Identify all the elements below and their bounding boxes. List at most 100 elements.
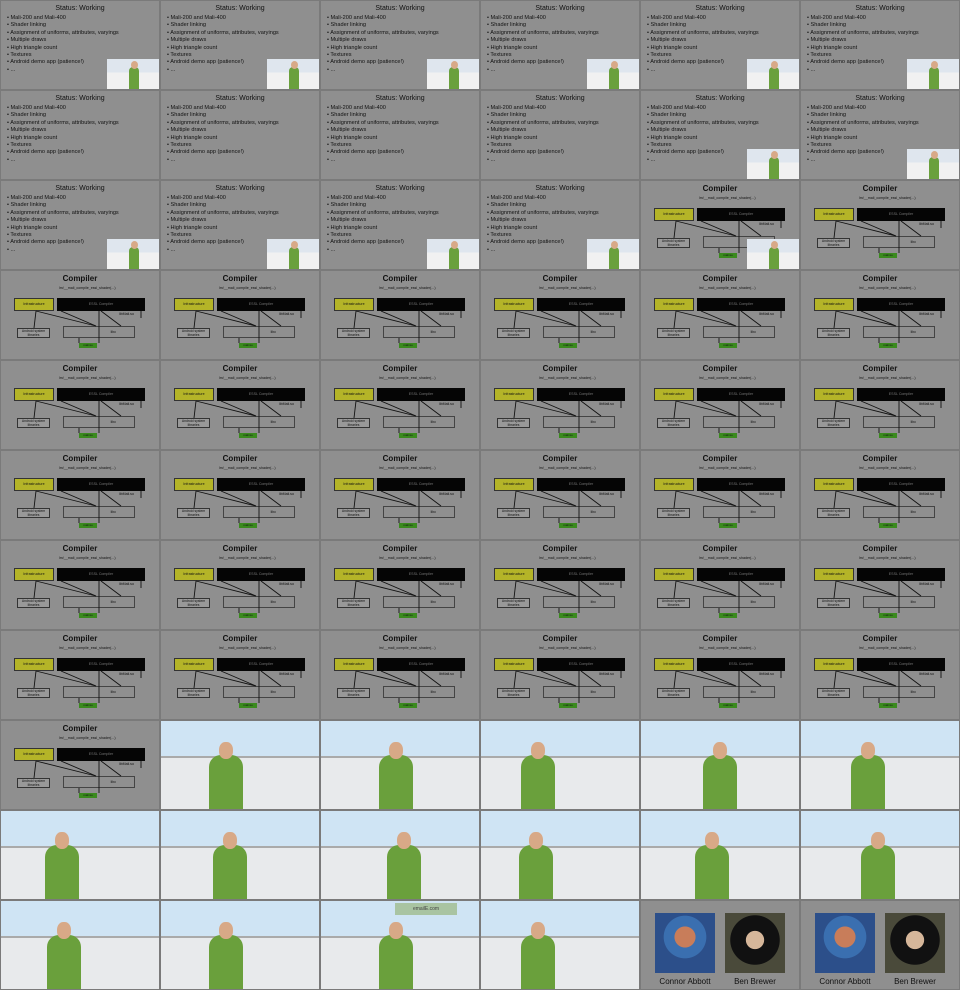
slide-title: Status: Working — [215, 95, 265, 102]
bullet-item: Textures — [7, 142, 119, 149]
speaker-body — [129, 247, 139, 269]
bullet-item: Textures — [647, 142, 759, 149]
bullet-item: Multiple draws — [7, 217, 119, 224]
wall-edge — [481, 846, 639, 849]
arrow-line — [673, 670, 677, 689]
bullet-item: Textures — [7, 52, 119, 59]
bullet-item: High triangle count — [647, 45, 759, 52]
diagram-arrows — [673, 310, 782, 343]
diagram-arrows — [193, 580, 302, 613]
bullet-item: Assignment of uniforms, attributes, vary… — [487, 30, 599, 37]
bullet-item: Assignment of uniforms, attributes, vary… — [167, 210, 279, 217]
bullet-item: Mali-200 and Mali-400 — [807, 15, 919, 22]
diagram-arrows — [673, 400, 782, 433]
speaker-head — [451, 241, 458, 249]
arrow-line — [513, 670, 517, 689]
speaker-head — [931, 151, 938, 159]
photo-connor — [655, 913, 715, 973]
thumbnail-tile: Compiler lm/__mali_compile_essl_shader(..… — [161, 361, 319, 449]
bullet-item: Multiple draws — [327, 127, 439, 134]
bullet-item: Mali-200 and Mali-400 — [327, 105, 439, 112]
speaker-body — [609, 67, 619, 89]
thumbnail-tile: Status: Working Mali-200 and Mali-400Shad… — [481, 91, 639, 179]
thumbnail-tile: Connor Abbott Ben Brewer — [801, 901, 959, 989]
arrow-line — [833, 670, 837, 689]
diagram-arrows — [673, 580, 782, 613]
diagram-arrows — [833, 490, 942, 523]
speaker-body — [379, 755, 413, 809]
speaker-head — [771, 61, 778, 69]
diagram-arrows — [513, 670, 622, 703]
arrow-line — [353, 580, 357, 599]
thumbnail-tile: Compiler lm/__mali_compile_essl_shader(..… — [1, 541, 159, 629]
slide-title: Status: Working — [215, 5, 265, 12]
bullet-item: Mali-200 and Mali-400 — [327, 15, 439, 22]
arrow-line — [580, 400, 602, 417]
arrow-line — [100, 760, 122, 777]
bullet-item: Shader linking — [327, 202, 439, 209]
bullet-list: Mali-200 and Mali-400Shader linkingAssig… — [487, 15, 599, 74]
bullet-item: High triangle count — [647, 135, 759, 142]
thumbnail-tile: Compiler lm/__mali_compile_essl_shader(..… — [801, 631, 959, 719]
photo-ben — [885, 913, 945, 973]
bullet-item: Multiple draws — [647, 37, 759, 44]
wall-edge — [1, 936, 159, 939]
arrow-line — [580, 490, 602, 507]
bullet-item: Assignment of uniforms, attributes, vary… — [167, 30, 279, 37]
bullet-item: Multiple draws — [7, 37, 119, 44]
bullet-item: Mali-200 and Mali-400 — [7, 105, 119, 112]
thumbnail-tile: Compiler lm/__mali_compile_essl_shader(..… — [641, 181, 799, 269]
thumbnail-tile: Status: Working Mali-200 and Mali-400Shad… — [321, 181, 479, 269]
bullet-item: High triangle count — [7, 225, 119, 232]
slide-title: Status: Working — [55, 95, 105, 102]
arrow-line — [833, 400, 837, 419]
arrow-line — [900, 310, 922, 327]
thumbnail-tile: Compiler lm/__mali_compile_essl_shader(..… — [1, 451, 159, 539]
bullet-item: Assignment of uniforms, attributes, vary… — [487, 120, 599, 127]
bullet-item: ... — [807, 67, 919, 74]
wall-edge — [481, 936, 639, 939]
slide-title: Status: Working — [535, 185, 585, 192]
thumbnail-tile — [641, 721, 799, 809]
bullet-item: Android demo app (patience!) — [167, 149, 279, 156]
bullet-item: Shader linking — [487, 22, 599, 29]
bullet-item: Textures — [7, 232, 119, 239]
bullet-item: ... — [7, 157, 119, 164]
bullet-item: Shader linking — [487, 112, 599, 119]
bullet-item: Shader linking — [167, 112, 279, 119]
speaker-body — [861, 845, 895, 899]
bullet-item: Shader linking — [7, 22, 119, 29]
bullet-item: Mali-200 and Mali-400 — [7, 15, 119, 22]
bullet-item: Shader linking — [487, 202, 599, 209]
diagram-arrows — [33, 580, 142, 613]
thumbnail-tile — [161, 901, 319, 989]
diagram-arrows — [33, 490, 142, 523]
arrow-line — [353, 490, 357, 509]
bullet-item: Textures — [807, 142, 919, 149]
speaker-head — [291, 241, 298, 249]
speaker-body — [45, 845, 79, 899]
arrow-line — [740, 670, 762, 687]
speaker-inset — [907, 149, 959, 179]
bullet-item: Assignment of uniforms, attributes, vary… — [647, 120, 759, 127]
arrow-line — [833, 580, 837, 599]
speaker-head — [771, 241, 778, 249]
arrow-line — [260, 310, 282, 327]
arrow-line — [193, 400, 197, 419]
speaker-head — [871, 832, 885, 849]
thumbnail-tile — [481, 721, 639, 809]
bullet-item: Multiple draws — [167, 217, 279, 224]
speaker-inset — [267, 239, 319, 269]
speaker-inset — [427, 59, 479, 89]
bullet-item: Multiple draws — [7, 127, 119, 134]
thumbnail-tile: Compiler lm/__mali_compile_essl_shader(..… — [801, 271, 959, 359]
bullet-item: Assignment of uniforms, attributes, vary… — [487, 210, 599, 217]
bullet-item: Android demo app (patience!) — [487, 239, 599, 246]
bullet-item: High triangle count — [807, 135, 919, 142]
arrow-line — [673, 400, 677, 419]
bullet-item: ... — [167, 247, 279, 254]
arrow-line — [740, 310, 762, 327]
arrow-line — [673, 580, 677, 599]
speaker-body — [769, 247, 779, 269]
speaker-body — [521, 755, 555, 809]
